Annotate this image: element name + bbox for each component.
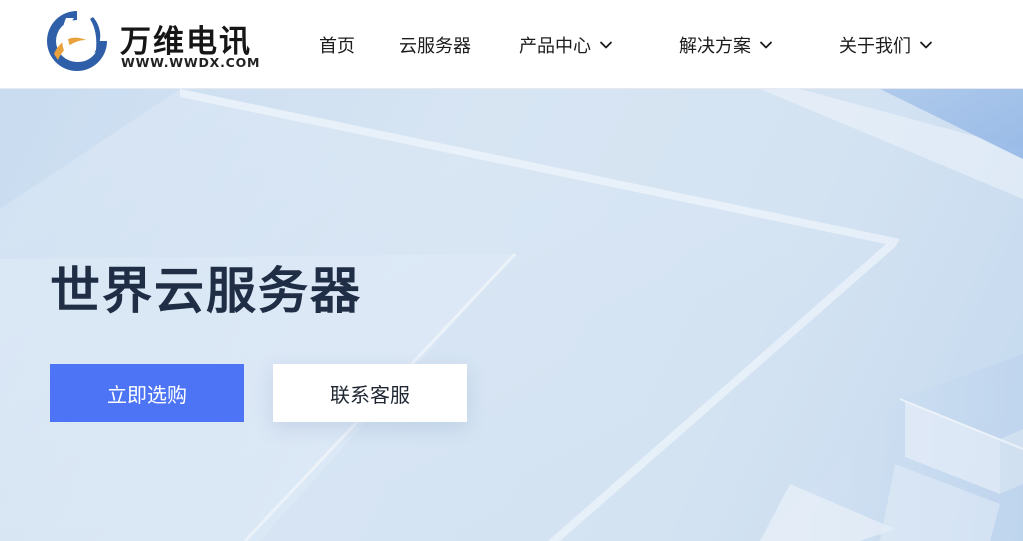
chevron-down-icon: [600, 41, 612, 49]
contact-support-button[interactable]: 联系客服: [273, 364, 467, 422]
nav-item-label: 关于我们: [839, 36, 911, 57]
page: 万维电讯 WWW.WWDX.COM 首页 云服务器 产品中心 解决方案 关于我们…: [0, 0, 1023, 541]
chevron-down-icon: [760, 41, 772, 49]
chevron-down-icon: [920, 41, 932, 49]
nav-item-label: 产品中心: [519, 36, 591, 57]
hero-title: 世界云服务器: [50, 262, 362, 320]
nav-item-about[interactable]: 关于我们: [839, 31, 933, 59]
nav-item-solutions[interactable]: 解决方案: [679, 31, 773, 59]
buy-now-button[interactable]: 立即选购: [50, 364, 244, 422]
nav-item-cloud-server[interactable]: 云服务器: [399, 31, 471, 59]
site-header: 万维电讯 WWW.WWDX.COM 首页 云服务器 产品中心 解决方案 关于我们: [0, 0, 1023, 89]
nav-item-label: 首页: [319, 36, 355, 57]
nav-item-home[interactable]: 首页: [319, 31, 355, 59]
main-nav: 首页 云服务器 产品中心 解决方案 关于我们: [0, 0, 1023, 89]
hero-banner: 世界云服务器 立即选购 联系客服: [0, 89, 1023, 541]
nav-item-products[interactable]: 产品中心: [519, 31, 613, 59]
nav-item-label: 解决方案: [679, 36, 751, 57]
nav-item-label: 云服务器: [399, 36, 471, 57]
